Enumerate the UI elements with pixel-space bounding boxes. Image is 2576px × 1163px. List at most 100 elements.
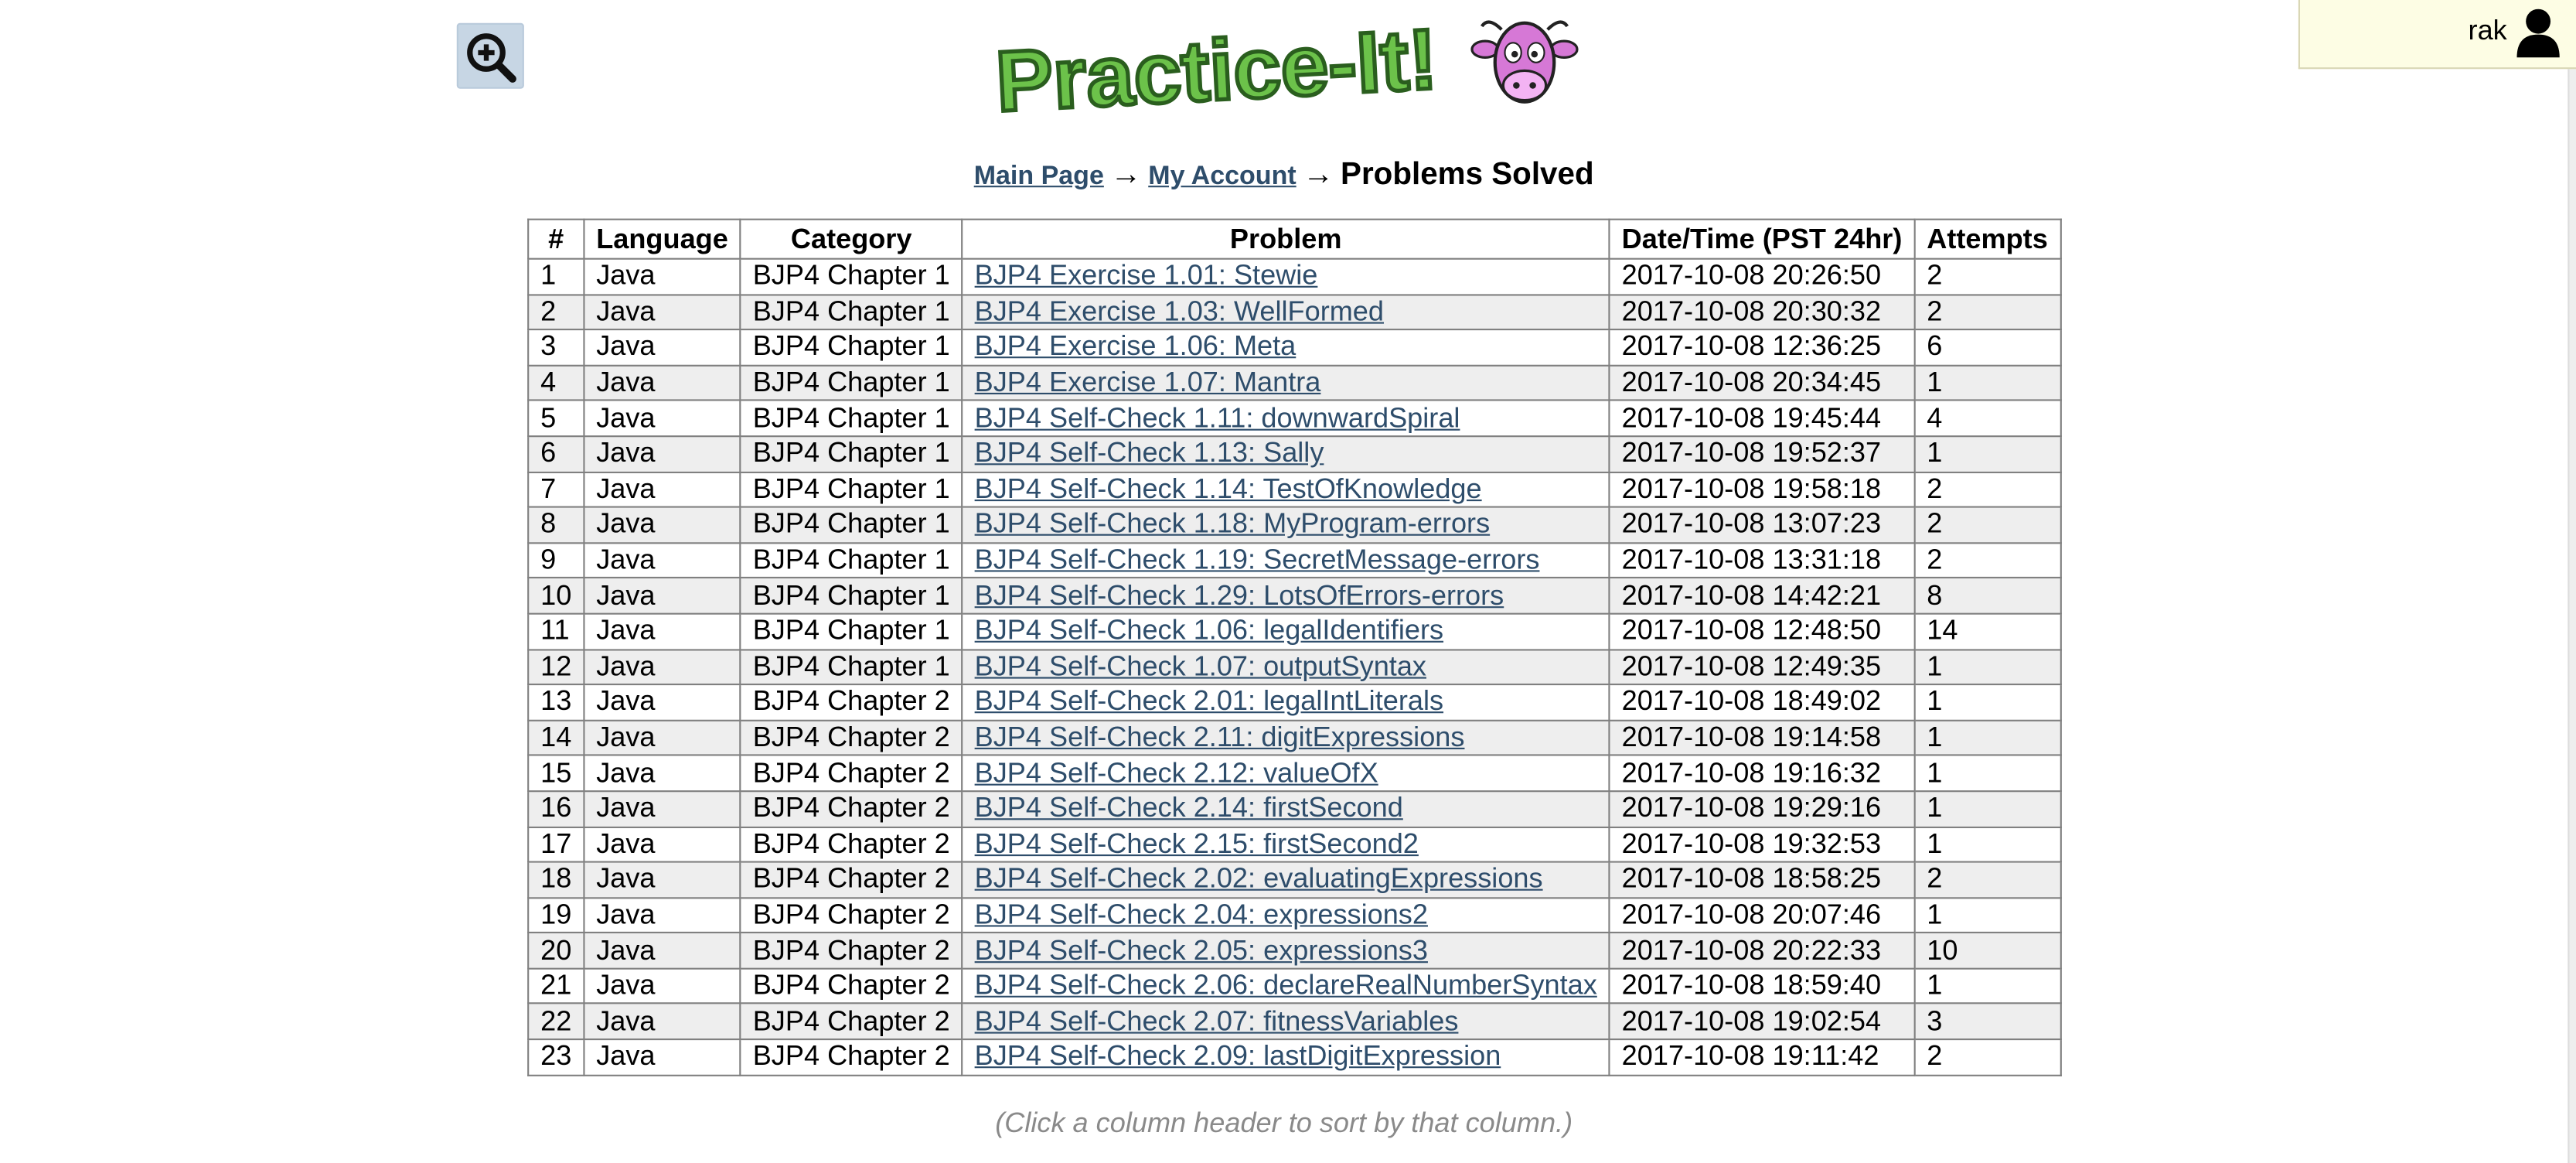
row-number: 9 [527,541,585,579]
attempts-cell: 2 [1913,541,2061,579]
row-number: 10 [527,577,585,615]
category-cell: BJP4 Chapter 1 [739,435,963,473]
breadcrumb-my-account-link[interactable]: My Account [1148,162,1296,190]
datetime-cell: 2017-10-08 19:02:54 [1608,1003,1916,1041]
language-cell: Java [583,364,741,402]
sort-hint: (Click a column header to sort by that c… [995,1107,1573,1139]
problem-link[interactable]: BJP4 Self-Check 2.14: firstSecond [975,793,1403,824]
row-number: 12 [527,648,585,686]
datetime-cell: 2017-10-08 20:22:33 [1608,932,1916,970]
zoom-button[interactable] [456,22,524,89]
problem-link[interactable]: BJP4 Self-Check 2.09: lastDigitExpressio… [975,1041,1501,1072]
problem-cell: BJP4 Self-Check 1.29: LotsOfErrors-error… [961,577,1610,615]
table-row: 18 Java BJP4 Chapter 2 BJP4 Self-Check 2.02… [527,861,2061,899]
row-number: 11 [527,612,585,650]
row-number: 19 [527,896,585,934]
table-row: 23 Java BJP4 Chapter 2 BJP4 Self-Check 2.09… [527,1039,2061,1076]
user-icon [2516,9,2560,58]
language-cell: Java [583,932,741,970]
problem-link[interactable]: BJP4 Exercise 1.07: Mantra [975,367,1321,397]
attempts-cell: 1 [1913,896,2061,934]
problem-link[interactable]: BJP4 Exercise 1.03: WellFormed [975,295,1384,326]
problem-cell: BJP4 Self-Check 1.11: downwardSpiral [961,400,1610,438]
problem-link[interactable]: BJP4 Self-Check 2.04: expressions2 [975,899,1428,929]
problem-cell: BJP4 Self-Check 2.11: digitExpressions [961,719,1610,757]
problem-cell: BJP4 Self-Check 2.02: evaluatingExpressi… [961,861,1610,899]
user-menu[interactable]: rak [2298,0,2576,70]
attempts-cell: 8 [1913,577,2061,615]
column-header-attempts[interactable]: Attempts [1913,218,2061,260]
problem-link[interactable]: BJP4 Exercise 1.01: Stewie [975,260,1318,291]
table-row: 2 Java BJP4 Chapter 1 BJP4 Exercise 1.03: W… [527,293,2061,331]
table-row: 15 Java BJP4 Chapter 2 BJP4 Self-Check 2.12… [527,755,2061,793]
scrollbar[interactable] [2567,0,2576,1163]
cow-mascot-icon [1470,20,1579,104]
attempts-cell: 1 [1913,755,2061,793]
attempts-cell: 10 [1913,932,2061,970]
problem-link[interactable]: BJP4 Self-Check 2.15: firstSecond2 [975,828,1419,859]
problem-link[interactable]: BJP4 Self-Check 1.14: TestOfKnowledge [975,473,1482,504]
category-cell: BJP4 Chapter 2 [739,684,963,721]
table-row: 13 Java BJP4 Chapter 2 BJP4 Self-Check 2.01… [527,684,2061,721]
datetime-cell: 2017-10-08 20:07:46 [1608,896,1916,934]
table-row: 20 Java BJP4 Chapter 2 BJP4 Self-Check 2.05… [527,932,2061,970]
row-number: 1 [527,257,585,295]
problem-link[interactable]: BJP4 Self-Check 2.01: legalIntLiterals [975,686,1443,717]
attempts-cell: 1 [1913,825,2061,863]
category-cell: BJP4 Chapter 1 [739,329,963,367]
problem-link[interactable]: BJP4 Self-Check 2.05: expressions3 [975,934,1428,965]
column-header-problem[interactable]: Problem [961,218,1610,260]
category-cell: BJP4 Chapter 1 [739,612,963,650]
language-cell: Java [583,506,741,544]
row-number: 18 [527,861,585,899]
problem-link[interactable]: BJP4 Self-Check 1.06: legalIdentifiers [975,615,1443,646]
table-row: 3 Java BJP4 Chapter 1 BJP4 Exercise 1.06: M… [527,329,2061,367]
table-row: 7 Java BJP4 Chapter 1 BJP4 Self-Check 1.14:… [527,470,2061,508]
breadcrumb-main-page-link[interactable]: Main Page [974,162,1104,190]
table-row: 10 Java BJP4 Chapter 1 BJP4 Self-Check 1.29… [527,577,2061,615]
category-cell: BJP4 Chapter 1 [739,470,963,508]
problem-cell: BJP4 Self-Check 1.06: legalIdentifiers [961,612,1610,650]
row-number: 14 [527,719,585,757]
attempts-cell: 2 [1913,506,2061,544]
row-number: 7 [527,470,585,508]
problem-link[interactable]: BJP4 Self-Check 1.11: downwardSpiral [975,402,1460,433]
category-cell: BJP4 Chapter 2 [739,896,963,934]
table-row: 14 Java BJP4 Chapter 2 BJP4 Self-Check 2.11… [527,719,2061,757]
category-cell: BJP4 Chapter 2 [739,967,963,1005]
problem-link[interactable]: BJP4 Self-Check 2.06: declareRealNumberS… [975,970,1597,1001]
problem-cell: BJP4 Self-Check 2.07: fitnessVariables [961,1003,1610,1041]
user-name[interactable]: rak [2469,15,2507,48]
problem-link[interactable]: BJP4 Self-Check 2.02: evaluatingExpressi… [975,863,1543,894]
language-cell: Java [583,684,741,721]
practice-it-logo[interactable]: Practice-It! [989,9,1580,131]
problem-link[interactable]: BJP4 Self-Check 1.18: MyProgram-errors [975,509,1491,540]
problem-cell: BJP4 Self-Check 1.18: MyProgram-errors [961,506,1610,544]
category-cell: BJP4 Chapter 1 [739,577,963,615]
problem-link[interactable]: BJP4 Self-Check 1.19: SecretMessage-erro… [975,544,1540,575]
language-cell: Java [583,470,741,508]
column-header-category[interactable]: Category [739,218,963,260]
datetime-cell: 2017-10-08 18:58:25 [1608,861,1916,899]
problem-link[interactable]: BJP4 Exercise 1.06: Meta [975,331,1297,362]
attempts-cell: 1 [1913,790,2061,827]
problem-link[interactable]: BJP4 Self-Check 1.13: Sally [975,438,1324,469]
attempts-cell: 1 [1913,719,2061,757]
row-number: 3 [527,329,585,367]
table-row: 19 Java BJP4 Chapter 2 BJP4 Self-Check 2.04… [527,896,2061,934]
table-row: 22 Java BJP4 Chapter 2 BJP4 Self-Check 2.07… [527,1003,2061,1041]
page: Practice-It! rak Main Page → My Account … [0,0,2576,1163]
column-header-language[interactable]: Language [583,218,741,260]
problem-link[interactable]: BJP4 Self-Check 1.07: outputSyntax [975,650,1426,681]
problem-link[interactable]: BJP4 Self-Check 2.12: valueOfX [975,757,1378,788]
table-row: 5 Java BJP4 Chapter 1 BJP4 Self-Check 1.11:… [527,400,2061,438]
problem-link[interactable]: BJP4 Self-Check 2.11: digitExpressions [975,721,1465,752]
problem-link[interactable]: BJP4 Self-Check 1.29: LotsOfErrors-error… [975,579,1504,610]
problem-link[interactable]: BJP4 Self-Check 2.07: fitnessVariables [975,1005,1459,1036]
language-cell: Java [583,612,741,650]
language-cell: Java [583,257,741,295]
column-header-number[interactable]: # [527,218,585,260]
datetime-cell: 2017-10-08 19:16:32 [1608,755,1916,793]
table-row: 21 Java BJP4 Chapter 2 BJP4 Self-Check 2.06… [527,967,2061,1005]
column-header-datetime[interactable]: Date/Time (PST 24hr) [1608,218,1916,260]
